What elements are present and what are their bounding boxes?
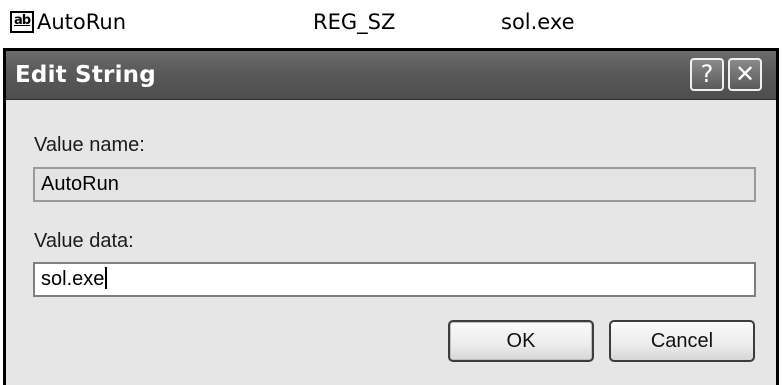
registry-value-data: sol.exe: [501, 10, 575, 34]
value-data-label: Value data:: [34, 230, 134, 252]
registry-value-type: REG_SZ: [313, 10, 396, 34]
value-data-input[interactable]: sol.exe: [33, 262, 756, 297]
edit-string-dialog: Edit String ? ✕ Value name: AutoRun Valu…: [3, 48, 779, 385]
cancel-button[interactable]: Cancel: [609, 320, 755, 362]
registry-value-name: AutoRun: [37, 10, 127, 34]
value-data-text: sol.exe: [41, 268, 105, 290]
registry-value-row[interactable]: ab AutoRun REG_SZ sol.exe: [0, 0, 782, 48]
text-caret: [105, 267, 108, 289]
value-name-text: AutoRun: [41, 173, 119, 195]
string-value-icon: ab: [10, 11, 34, 33]
cancel-button-label: Cancel: [650, 330, 714, 352]
dialog-titlebar[interactable]: Edit String ? ✕: [6, 51, 776, 100]
help-icon: ?: [700, 60, 714, 88]
screen: ab AutoRun REG_SZ sol.exe Edit String ? …: [0, 0, 782, 385]
close-icon: ✕: [734, 60, 756, 88]
ok-button-label: OK: [506, 330, 536, 352]
close-button[interactable]: ✕: [728, 58, 762, 91]
dialog-body: Value name: AutoRun Value data: sol.exe …: [6, 100, 776, 385]
help-button[interactable]: ?: [690, 58, 724, 91]
value-name-field: AutoRun: [33, 167, 756, 202]
dialog-title: Edit String: [15, 62, 156, 88]
value-name-label: Value name:: [34, 134, 145, 156]
ok-button[interactable]: OK: [448, 320, 594, 362]
